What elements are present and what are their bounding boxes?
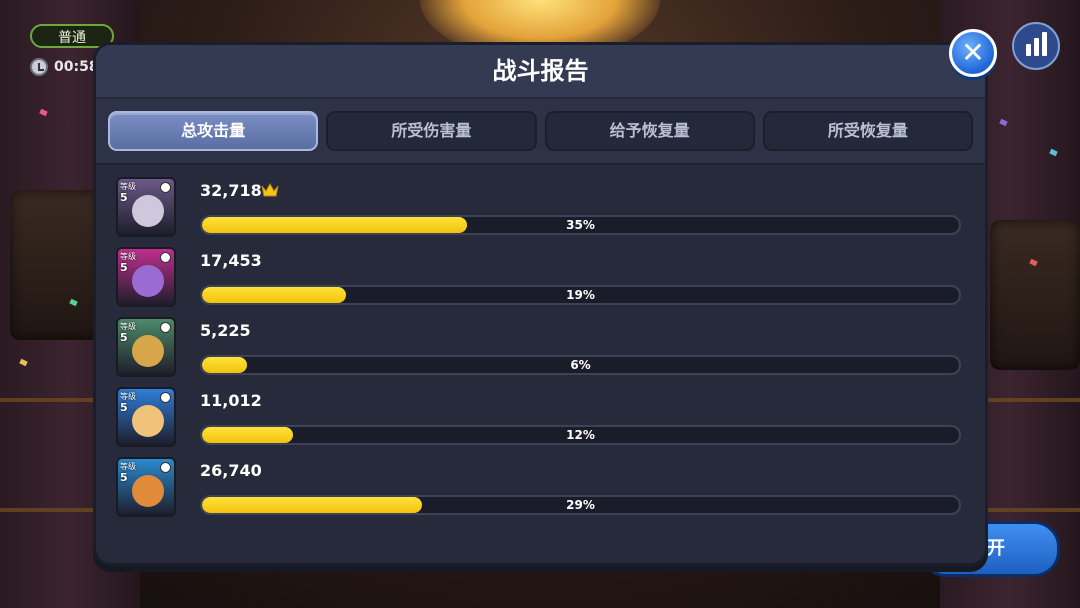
damage-value: 26,740: [200, 461, 262, 480]
cookie-badge-icon: [160, 252, 171, 263]
share-percent: 19%: [566, 288, 595, 302]
bar-chart-icon: [1041, 32, 1047, 56]
bar-chart-icon: [1025, 44, 1031, 56]
cookie-avatar[interactable]: 等级 5: [116, 247, 176, 307]
leave-button-label: 开: [987, 538, 1005, 559]
tab-bar: 总攻击量 所受伤害量 给予恢复量 所受恢复量: [96, 99, 985, 155]
battle-report-dialog: 战斗报告 总攻击量 所受伤害量 给予恢复量 所受恢复量 等级 5 32,718 3…: [93, 42, 988, 566]
list-item: 等级 5 17,453 19%: [116, 247, 961, 311]
tab-healing-received[interactable]: 所受恢复量: [762, 111, 973, 151]
close-icon: ✕: [961, 36, 985, 69]
tab-damage-taken[interactable]: 所受伤害量: [326, 111, 537, 151]
dialog-title: 战斗报告: [96, 45, 985, 99]
bar-chart-icon: [1033, 38, 1039, 56]
cookie-badge-icon: [160, 392, 171, 403]
cookie-avatar[interactable]: 等级 5: [116, 457, 176, 517]
cookie-badge-icon: [160, 462, 171, 473]
list-item: 等级 5 32,718 35%: [116, 177, 961, 241]
share-bar: 29%: [200, 495, 961, 515]
share-bar: 12%: [200, 425, 961, 445]
cookie-badge-icon: [160, 182, 171, 193]
level-label: 等级 5: [120, 322, 136, 344]
damage-value: 32,718: [200, 181, 262, 200]
tab-healing-given[interactable]: 给予恢复量: [544, 111, 755, 151]
clock-icon: [30, 58, 48, 76]
share-percent: 29%: [566, 498, 595, 512]
list-item: 等级 5 5,225 6%: [116, 317, 961, 381]
stage-pillar-right: [990, 220, 1080, 370]
cookie-avatar[interactable]: 等级 5: [116, 317, 176, 377]
timer-text: 00:58: [54, 59, 99, 75]
cookie-portrait: [132, 405, 164, 437]
cookie-avatar[interactable]: 等级 5: [116, 387, 176, 447]
share-percent: 12%: [566, 428, 595, 442]
level-label: 等级 5: [120, 182, 136, 204]
list-item: 等级 5 26,740 29%: [116, 457, 961, 521]
damage-value: 11,012: [200, 391, 262, 410]
battle-timer: 00:58: [30, 56, 99, 78]
share-percent: 6%: [570, 358, 591, 372]
share-bar: 6%: [200, 355, 961, 375]
crown-icon: [261, 182, 279, 197]
cookie-portrait: [132, 475, 164, 507]
share-bar: 35%: [200, 215, 961, 235]
level-label: 等级 5: [120, 392, 136, 414]
stage-pillar-left: [10, 190, 100, 340]
damage-value: 5,225: [200, 321, 251, 340]
damage-list: 等级 5 32,718 35% 等级 5 17,453 19% 等级 5 5,2…: [96, 163, 985, 563]
cookie-portrait: [132, 335, 164, 367]
list-item: 等级 5 11,012 12%: [116, 387, 961, 451]
damage-value: 17,453: [200, 251, 262, 270]
cookie-badge-icon: [160, 322, 171, 333]
cookie-portrait: [132, 265, 164, 297]
cookie-avatar[interactable]: 等级 5: [116, 177, 176, 237]
share-percent: 35%: [566, 218, 595, 232]
level-label: 等级 5: [120, 252, 136, 274]
cookie-portrait: [132, 195, 164, 227]
close-button[interactable]: ✕: [949, 29, 997, 77]
tab-total-attack[interactable]: 总攻击量: [108, 111, 319, 151]
share-bar: 19%: [200, 285, 961, 305]
stats-button[interactable]: [1012, 22, 1060, 70]
level-label: 等级 5: [120, 462, 136, 484]
